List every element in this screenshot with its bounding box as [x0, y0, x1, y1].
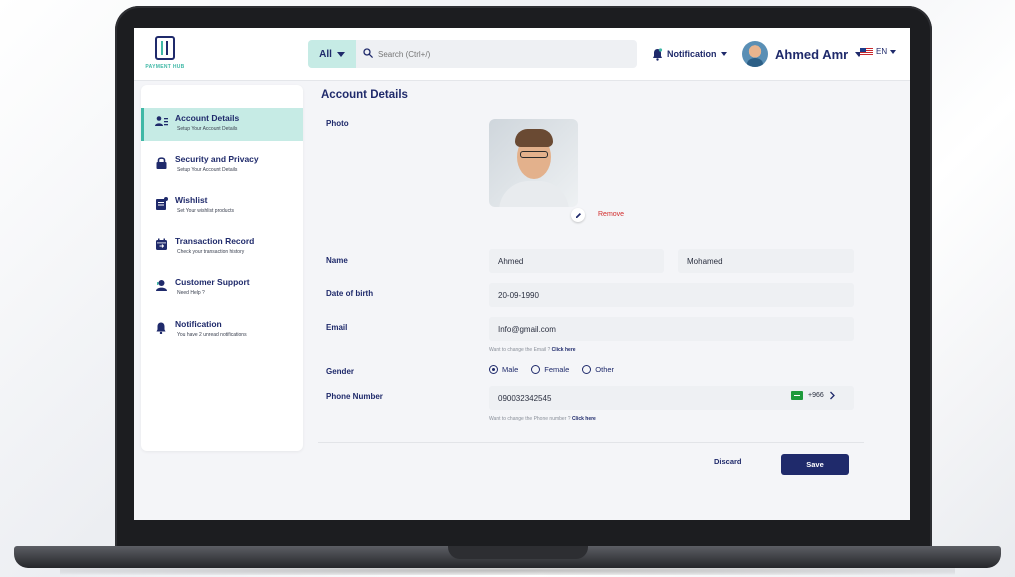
chevron-right-icon — [829, 391, 835, 400]
sidebar-item-title: Notification — [175, 319, 222, 329]
sidebar-item-title: Security and Privacy — [175, 154, 259, 164]
sidebar-item-notification[interactable]: Notification You have 2 unread notificat… — [141, 314, 303, 347]
language-selector[interactable]: EN — [860, 47, 897, 56]
email-hint: Want to change the Email ? Click here — [489, 347, 576, 353]
gender-option-label: Other — [595, 365, 615, 374]
logo[interactable]: PAYMENT HUB — [142, 36, 188, 74]
email-hint-text: Want to change the Email ? — [489, 347, 551, 353]
country-code: +966 — [808, 392, 824, 399]
user-menu[interactable]: Ahmed Amr — [742, 40, 864, 68]
sidebar-item-customer-support[interactable]: Customer Support Need Help ? — [141, 272, 303, 305]
divider — [318, 442, 864, 443]
sidebar-item-title: Account Details — [175, 113, 240, 123]
lock-icon — [156, 157, 167, 169]
gender-option-label: Female — [544, 365, 570, 374]
pencil-icon — [575, 212, 581, 218]
account-details-panel: Account Details Photo Remove Name Date o… — [316, 85, 876, 505]
language-label: EN — [876, 47, 888, 56]
support-agent-icon — [156, 280, 167, 291]
sidebar-item-title: Wishlist — [175, 195, 208, 205]
laptop-base-notch — [448, 546, 588, 559]
radio-empty-icon — [531, 365, 541, 374]
change-phone-link[interactable]: Click here — [572, 416, 596, 422]
photo-body — [499, 181, 569, 207]
sidebar-item-subtitle: Setup Your Account Details — [177, 167, 238, 173]
dob-input[interactable] — [489, 283, 854, 307]
chevron-down-icon — [890, 49, 897, 54]
notification-label: Notification — [667, 49, 717, 59]
notification-button[interactable]: Notification — [652, 44, 727, 64]
email-label: Email — [326, 323, 348, 332]
radio-empty-icon — [582, 365, 592, 374]
sidebar-item-title: Customer Support — [175, 277, 250, 287]
first-name-input[interactable] — [489, 249, 664, 273]
gender-option-label: Male — [502, 365, 519, 374]
phone-hint: Want to change the Phone number ? Click … — [489, 416, 596, 422]
sidebar-item-subtitle: Need Help ? — [177, 290, 205, 296]
dob-label: Date of birth — [326, 289, 374, 298]
phone-label: Phone Number — [326, 392, 383, 401]
sidebar-item-subtitle: Set Your wishlist products — [177, 208, 234, 214]
logo-text: PAYMENT HUB — [145, 64, 185, 70]
sidebar-item-title: Transaction Record — [175, 236, 255, 246]
profile-photo — [489, 119, 578, 207]
wishlist-icon — [156, 197, 168, 210]
chevron-down-icon — [720, 52, 727, 56]
user-name: Ahmed Amr — [775, 46, 849, 62]
edit-photo-button[interactable] — [571, 208, 585, 222]
last-name-input[interactable] — [678, 249, 854, 273]
top-bar: PAYMENT HUB All Notification A — [134, 28, 910, 81]
search-category-label: All — [319, 48, 332, 60]
bell-icon — [156, 322, 166, 334]
gender-option-other[interactable]: Other — [582, 365, 614, 374]
sidebar-item-transactions[interactable]: Transaction Record Check your transactio… — [141, 231, 303, 264]
gender-radio-group: Male Female Other — [489, 365, 614, 374]
sidebar-item-security[interactable]: Security and Privacy Setup Your Account … — [141, 149, 303, 182]
sidebar-item-wishlist[interactable]: Wishlist Set Your wishlist products — [141, 190, 303, 223]
saudi-flag-icon — [791, 391, 803, 400]
page-title: Account Details — [321, 89, 408, 101]
save-button[interactable]: Save — [781, 454, 849, 475]
chevron-down-icon — [336, 51, 345, 57]
gender-option-male[interactable]: Male — [489, 365, 518, 374]
avatar — [742, 41, 768, 67]
search-icon — [363, 48, 373, 58]
search-category-dropdown[interactable]: All — [308, 40, 356, 68]
photo-hair — [515, 129, 553, 147]
app-screen: PAYMENT HUB All Notification A — [134, 28, 910, 520]
country-code-selector[interactable]: +966 — [791, 391, 836, 400]
gender-option-female[interactable]: Female — [531, 365, 569, 374]
logo-icon — [155, 36, 175, 60]
user-list-icon — [155, 116, 168, 126]
sidebar-item-account-details[interactable]: Account Details Setup Your Account Detai… — [141, 108, 303, 141]
discard-button[interactable]: Discard — [714, 457, 742, 466]
change-email-link[interactable]: Click here — [552, 347, 576, 353]
remove-photo-link[interactable]: Remove — [598, 211, 624, 218]
sidebar-item-subtitle: Check your transaction history — [177, 249, 245, 255]
calendar-icon — [156, 238, 167, 250]
name-label: Name — [326, 256, 348, 265]
phone-hint-text: Want to change the Phone number ? — [489, 416, 571, 422]
us-flag-icon — [860, 47, 873, 56]
radio-selected-icon — [489, 365, 498, 374]
search-input[interactable] — [378, 46, 628, 62]
search-bar: All — [308, 40, 637, 68]
gender-label: Gender — [326, 367, 355, 376]
bell-icon — [653, 47, 663, 61]
photo-label: Photo — [326, 119, 349, 128]
email-input[interactable] — [489, 317, 854, 341]
sidebar: Account Details Setup Your Account Detai… — [141, 85, 303, 451]
photo-glasses — [520, 151, 548, 158]
sidebar-item-subtitle: Setup Your Account Details — [177, 126, 238, 132]
sidebar-item-subtitle: You have 2 unread notifications — [177, 332, 247, 338]
